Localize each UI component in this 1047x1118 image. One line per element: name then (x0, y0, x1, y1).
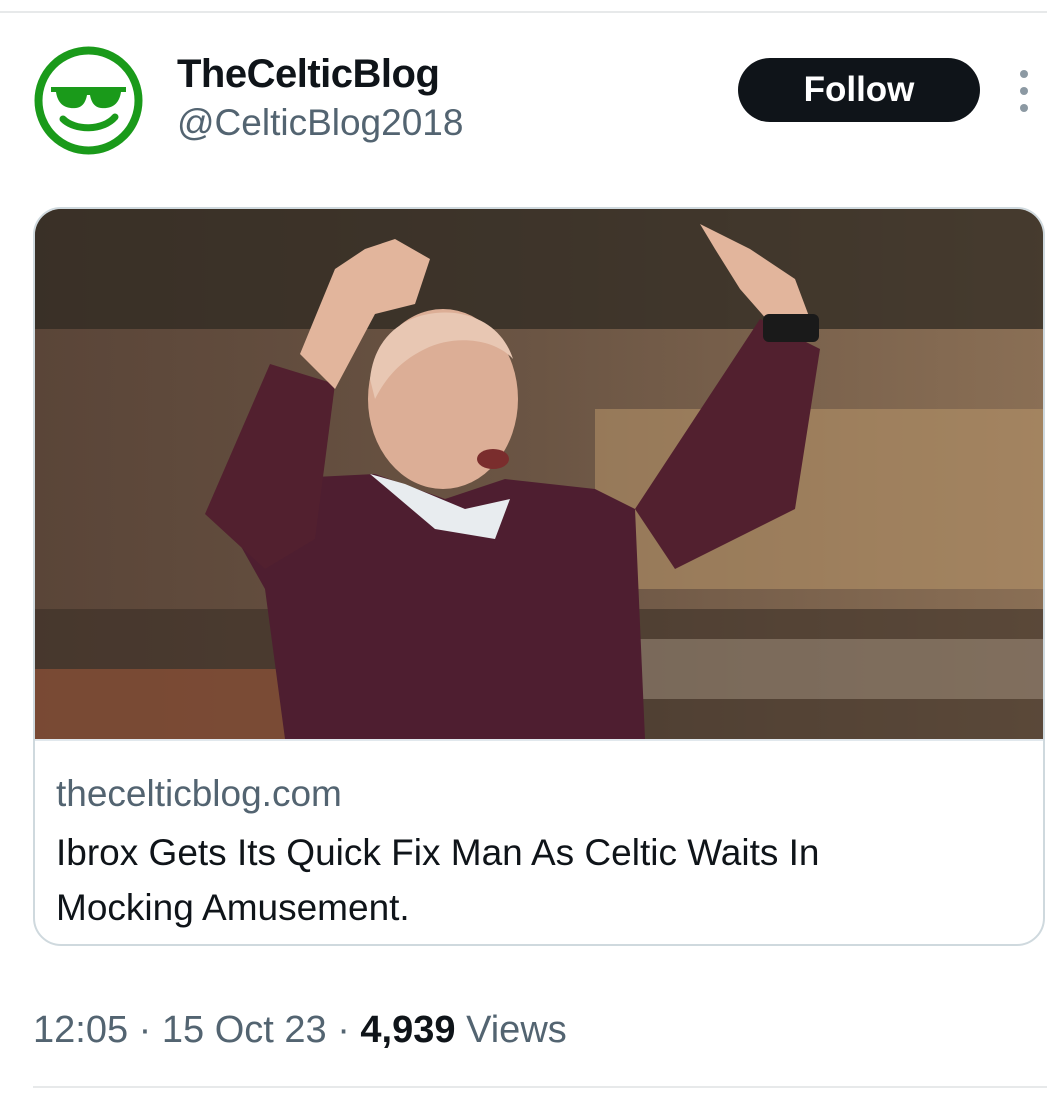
sunglasses-smiley-icon (34, 46, 143, 155)
author-display-name[interactable]: TheCelticBlog (177, 50, 440, 98)
views-label: Views (466, 1009, 567, 1051)
ellipsis-dot (1020, 104, 1028, 112)
meta-separator: · (138, 1009, 152, 1051)
tweet-date[interactable]: 15 Oct 23 (162, 1009, 327, 1051)
author-handle[interactable]: @CelticBlog2018 (177, 100, 463, 146)
tweet-metadata: 12:05 · 15 Oct 23 · 4,939 Views (33, 1005, 567, 1055)
more-options-button[interactable] (1010, 70, 1038, 112)
follow-button[interactable]: Follow (738, 58, 980, 122)
link-preview-card[interactable]: thecelticblog.com Ibrox Gets Its Quick F… (33, 207, 1045, 946)
card-title: Ibrox Gets Its Quick Fix Man As Celtic W… (56, 832, 820, 928)
author-avatar[interactable] (33, 45, 144, 156)
tweet-time[interactable]: 12:05 (33, 1009, 128, 1051)
vertical-ellipsis-icon (1020, 70, 1028, 78)
ellipsis-dot (1020, 87, 1028, 95)
card-text-area: thecelticblog.com Ibrox Gets Its Quick F… (35, 739, 1043, 928)
views-count[interactable]: 4,939 (360, 1009, 455, 1051)
meta-separator: · (337, 1009, 350, 1051)
card-image (35, 209, 1043, 739)
top-divider (0, 11, 1047, 13)
bottom-divider (33, 1086, 1047, 1088)
card-domain: thecelticblog.com (56, 773, 342, 814)
